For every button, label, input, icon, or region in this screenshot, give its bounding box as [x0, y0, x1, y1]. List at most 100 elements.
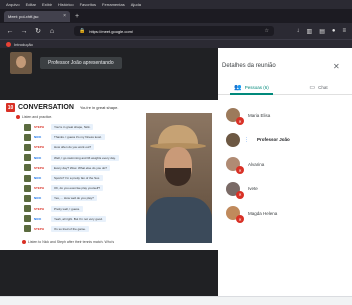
- presenter-thumbnail[interactable]: [10, 51, 32, 74]
- avatar: [226, 132, 240, 147]
- sidebar-icon[interactable]: ▤: [319, 28, 325, 35]
- dialog-line: STEPH Pretty well, I guess.: [24, 204, 146, 214]
- participant-name: Ivete: [248, 186, 258, 192]
- tab-meet[interactable]: Meet: pol-xhtf-jsc ×: [4, 10, 70, 22]
- presenter-bar: Professor João apresentando: [0, 48, 218, 77]
- dialog-line: STEPH How often do you work out?: [24, 142, 146, 152]
- slide-subtitle: You're in great shape.: [79, 105, 119, 110]
- participant-item[interactable]: ✕ Alvarina: [218, 152, 352, 177]
- bookmarks-bar: Introdução: [0, 39, 352, 48]
- tab-people[interactable]: 👥 Pessoas (6): [218, 81, 285, 95]
- dialog-line: NICK Thanks. I guess it's my fitness leve…: [24, 132, 146, 142]
- menu-history[interactable]: Histórico: [58, 2, 74, 7]
- camera-feed[interactable]: [146, 113, 212, 243]
- avatar: ✕: [226, 181, 244, 199]
- dialog-line: STEPH It's so tired of the game.: [24, 224, 146, 234]
- address-bar[interactable]: 🔒 https://meet.google.com/ ☆: [74, 26, 274, 36]
- menu-icon[interactable]: ≡: [342, 28, 346, 35]
- library-icon[interactable]: ▥: [307, 28, 313, 35]
- slide-number: 10: [6, 103, 15, 112]
- speaker-name: STEPH: [34, 165, 45, 170]
- speaker-avatar-icon: [24, 133, 31, 141]
- dialog-line: NICK Yes, ... How well do you play?: [24, 193, 146, 203]
- close-panel-icon[interactable]: ✕: [333, 62, 340, 71]
- menu-edit[interactable]: Editar: [26, 2, 36, 7]
- back-icon[interactable]: ←: [6, 28, 14, 35]
- speaker-avatar-icon: [24, 194, 31, 202]
- speech-text: It's so tired of the game.: [51, 225, 89, 232]
- speaker-name: STEPH: [34, 145, 45, 150]
- participant-name: Magda Helena: [248, 210, 278, 216]
- participant-name: Professor João: [257, 137, 290, 143]
- participant-item[interactable]: ✕ Magda Helena: [218, 201, 352, 226]
- dialog-line: STEPH Oh, do you exercise play yourself?: [24, 183, 146, 193]
- dialog-line: NICK Well, I go swimming and lift weights…: [24, 153, 146, 163]
- menu-file[interactable]: Arquivo: [6, 2, 20, 7]
- mic-off-icon: ✕: [236, 117, 244, 126]
- mic-off-icon: ✕: [236, 166, 244, 175]
- people-icon: 👥: [234, 85, 242, 91]
- participant-item[interactable]: ⋮ Professor João: [218, 128, 352, 153]
- panel-tabs: 👥 Pessoas (6) ▭ Chat: [218, 81, 352, 95]
- url-text: https://meet.google.com/: [89, 28, 134, 34]
- browser-menu-bar: Arquivo Editar Exibir Histórico Favorito…: [0, 0, 352, 9]
- speaker-name: STEPH: [34, 125, 45, 130]
- speaker-name: NICK: [34, 176, 42, 181]
- participant-item[interactable]: ✕ Maria Elisa: [218, 103, 352, 128]
- speech-text: Every day? Wow. What else do you do?: [51, 164, 110, 171]
- mic-off-icon: ✕: [236, 215, 244, 224]
- reload-icon[interactable]: ↻: [34, 27, 42, 35]
- speech-text: You're in great shape, Nick.: [51, 124, 94, 131]
- speaker-name: STEPH: [34, 206, 45, 211]
- speaker-name: NICK: [34, 135, 42, 140]
- instruction-top: Listen and practice.: [16, 115, 52, 119]
- instruction-text: Listen and practice.: [22, 115, 53, 119]
- bookmark-introducao[interactable]: Introdução: [14, 42, 33, 47]
- slide-title: CONVERSATION: [18, 104, 74, 111]
- toolbar-icons: ↓ ▥ ▤ ● ≡: [297, 28, 346, 35]
- presenting-label: Professor João apresentando: [40, 56, 122, 69]
- forward-icon[interactable]: →: [20, 28, 28, 35]
- speech-text: Yes, ... How well do you play?: [51, 195, 97, 202]
- speaker-name: STEPH: [34, 226, 45, 231]
- lock-icon: 🔒: [79, 28, 86, 34]
- menu-view[interactable]: Exibir: [42, 2, 52, 7]
- participant-name: Alvarina: [248, 161, 265, 167]
- speaker-avatar-icon: [24, 154, 31, 162]
- speech-text: Well, I go swimming and lift weights eve…: [51, 154, 119, 161]
- speaker-name: STEPH: [34, 186, 45, 191]
- extension-icon[interactable]: ●: [332, 28, 336, 35]
- shirt-shape: [146, 197, 212, 243]
- participant-name: Maria Elisa: [248, 112, 271, 118]
- close-tab-icon[interactable]: ×: [63, 13, 66, 19]
- participant-item[interactable]: ✕ Ivete: [218, 177, 352, 202]
- speaker-avatar-icon: [24, 143, 31, 151]
- bookmark-star-icon[interactable]: ☆: [265, 28, 269, 34]
- chat-icon: ▭: [309, 85, 316, 91]
- speaker-avatar-icon: [24, 174, 31, 182]
- avatar: ✕: [226, 108, 244, 126]
- dialog-line: NICK Yeah, all right. But I'm not very go…: [24, 214, 146, 224]
- menu-help[interactable]: Ajuda: [131, 2, 141, 7]
- panel-title: Detalhes da reunião: [222, 63, 276, 69]
- bottom-strip: [0, 296, 352, 305]
- speech-text: Oh, do you exercise play yourself?: [51, 185, 104, 192]
- bottom-instruction-text: Listen to Nick and Steph after their ten…: [28, 240, 115, 244]
- speech-text: Sports? I'm a pretty fan of the Sox.: [51, 175, 104, 182]
- home-icon[interactable]: ⌂: [48, 28, 56, 35]
- slide-header: 10 CONVERSATION You're in great shape.: [6, 103, 119, 112]
- tab-title: Meet: pol-xhtf-jsc: [8, 13, 39, 19]
- speech-text: Yeah, all right. But I'm not very good.: [51, 215, 106, 222]
- new-tab-icon[interactable]: +: [75, 13, 79, 20]
- speaker-name: NICK: [34, 155, 42, 160]
- menu-tools[interactable]: Ferramentas: [102, 2, 125, 7]
- speaker-avatar-icon: [24, 225, 31, 233]
- participants-list: ✕ Maria Elisa ⋮ Professor João ✕ Alvarin…: [218, 103, 352, 226]
- speaker-avatar-icon: [24, 164, 31, 172]
- tab-chat[interactable]: ▭ Chat: [285, 81, 352, 94]
- menu-bookmarks[interactable]: Favoritos: [80, 2, 96, 7]
- navigation-bar: ← → ↻ ⌂ 🔒 https://meet.google.com/ ☆ ↓ ▥…: [0, 23, 352, 39]
- downloads-icon[interactable]: ↓: [297, 28, 300, 35]
- speech-text: How often do you work out?: [51, 144, 95, 151]
- dialog-line: STEPH Every day? Wow. What else do you do…: [24, 163, 146, 173]
